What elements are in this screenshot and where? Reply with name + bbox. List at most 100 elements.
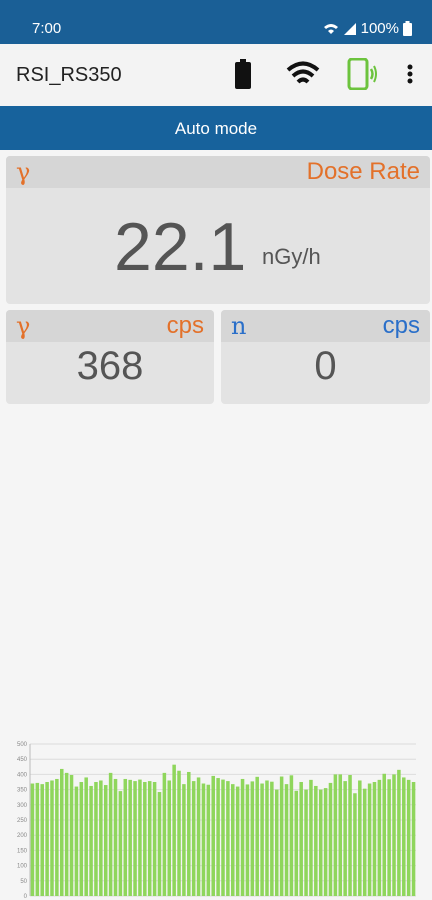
neutron-cps-value: 0 <box>314 344 337 388</box>
chart-bar <box>343 781 347 896</box>
neutron-cps-unit: cps <box>382 312 420 339</box>
chart-bar <box>167 780 172 896</box>
chart-bar <box>55 778 59 896</box>
device-connected-icon[interactable] <box>346 58 378 90</box>
chart-bar <box>260 783 264 896</box>
chart-bar <box>231 784 235 896</box>
chart-bar <box>50 780 54 896</box>
y-tick-label: 50 <box>20 879 27 885</box>
chart-bar <box>172 764 176 896</box>
count-rate-chart: 0 50 100 150 200 250 300 350 400 450 500 <box>17 742 416 898</box>
y-tick-label: 150 <box>17 848 28 854</box>
gamma-cps-panel[interactable]: γ cps 368 <box>6 310 214 404</box>
status-bar: 7:00 100% <box>0 0 432 44</box>
chart-bar <box>99 780 103 896</box>
chart-bar <box>353 793 357 896</box>
y-tick-label: 450 <box>17 757 28 763</box>
gamma-cps-header: γ cps <box>6 310 214 342</box>
chart-bar <box>235 786 240 896</box>
status-time: 7:00 <box>32 20 62 37</box>
y-tick-label: 100 <box>17 864 28 870</box>
chart-bar <box>60 768 64 896</box>
chart-bar <box>177 770 181 896</box>
chart-bar <box>397 769 401 896</box>
chart-bar <box>133 781 137 896</box>
chart-bar <box>201 783 206 896</box>
chart-bar <box>358 780 362 896</box>
chart-bar <box>94 782 98 896</box>
chart-bar <box>64 772 69 896</box>
chart-bar <box>30 783 35 896</box>
chart-bar <box>348 775 352 896</box>
chart-bar <box>265 780 269 896</box>
chart-bar <box>79 782 84 896</box>
app-bar: RSI_RS350 <box>0 44 432 106</box>
chart-bar <box>382 773 386 896</box>
more-vert-icon[interactable] <box>400 58 420 90</box>
chart-bar <box>138 779 142 896</box>
chart-bar <box>206 784 211 896</box>
chart-bar <box>245 784 250 896</box>
gamma-symbol: γ <box>16 158 31 186</box>
wifi-icon[interactable] <box>286 58 320 90</box>
y-tick-label: 500 <box>17 742 28 748</box>
mode-label: Auto mode <box>174 119 258 138</box>
chart-bar <box>147 781 152 896</box>
gamma-cps-unit: cps <box>166 312 204 339</box>
status-icons: 100% <box>323 20 412 37</box>
chart-bar <box>118 791 123 896</box>
chart-bar <box>84 777 88 896</box>
dose-rate-panel[interactable]: γ Dose Rate 22.1 nGy/h <box>6 156 430 304</box>
wifi-calling-icon <box>323 23 338 34</box>
chart-bar <box>123 778 128 896</box>
chart-bar <box>323 788 328 896</box>
chart-bar <box>309 779 313 896</box>
chart-bar <box>328 782 333 896</box>
neutron-cps-header: n cps <box>221 310 430 342</box>
chart-bar <box>162 772 167 896</box>
chart-bar <box>362 788 367 896</box>
chart-bar <box>187 771 191 896</box>
y-tick-label: 200 <box>17 833 28 839</box>
chart-bar <box>143 782 147 896</box>
chart-bar <box>284 784 289 896</box>
neutron-cps-panel[interactable]: n cps 0 <box>221 310 430 404</box>
chart-bar <box>35 782 40 896</box>
chart-bar <box>226 781 230 896</box>
chart-bar <box>250 781 255 896</box>
chart-bar <box>191 781 196 896</box>
chart-bar <box>318 789 323 896</box>
chart-bar <box>392 774 396 896</box>
y-tick-label: 0 <box>24 894 28 898</box>
neutron-cps-symbol: n <box>231 312 247 340</box>
chart-bar <box>182 784 186 896</box>
chart-bar <box>211 775 215 896</box>
device-battery-icon[interactable] <box>234 58 252 90</box>
device-title: RSI_RS350 <box>16 64 122 86</box>
chart-bar <box>196 777 201 896</box>
chart-bar <box>152 782 157 896</box>
battery-icon <box>403 21 412 36</box>
chart-bar <box>279 776 284 896</box>
y-tick-label: 400 <box>17 772 28 778</box>
chart-bar <box>103 785 108 896</box>
chart-bar <box>216 778 220 896</box>
chart-bar <box>402 777 406 896</box>
chart-bar <box>240 778 245 896</box>
dose-rate-value: 22.1 <box>114 209 247 285</box>
chart-bar <box>294 790 299 896</box>
chart-bar <box>157 792 162 896</box>
chart-bar <box>113 778 118 896</box>
chart-bar <box>221 779 225 896</box>
chart-bar <box>274 789 279 896</box>
chart-bar <box>314 785 318 896</box>
chart-bar <box>45 782 49 896</box>
status-battery-text: 100% <box>360 20 399 37</box>
chart-bar <box>74 786 79 896</box>
chart-bar <box>270 781 274 896</box>
chart-bar <box>377 779 382 896</box>
chart-bar <box>108 772 113 896</box>
mode-bar[interactable]: Auto mode <box>0 106 432 150</box>
chart-bar <box>299 782 303 896</box>
gamma-cps-symbol: γ <box>16 312 31 340</box>
